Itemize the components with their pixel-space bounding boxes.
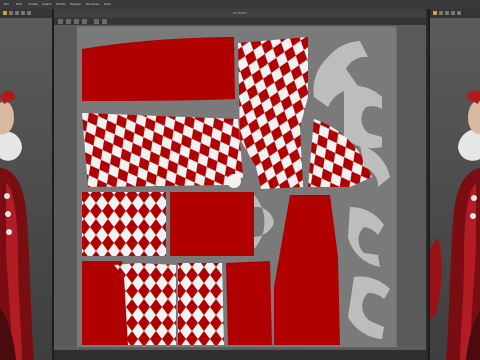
menu-windows[interactable]: Windows	[86, 0, 99, 9]
viewport-right[interactable]	[428, 9, 480, 360]
grey-arc-1b	[344, 85, 382, 149]
uv-grid-icon[interactable]	[94, 19, 99, 24]
diamond-panel-bottom-2[interactable]	[178, 263, 224, 345]
viewport-right-toolbar	[430, 9, 480, 18]
status-bar	[54, 350, 426, 360]
sleeve-top-solid[interactable]	[82, 37, 235, 101]
solid-block-center[interactable]	[170, 192, 254, 256]
grey-arc-5	[348, 276, 390, 339]
move-tool-icon[interactable]	[9, 11, 13, 15]
rotate-tool-icon[interactable]	[445, 11, 449, 15]
menu-create[interactable]: Create	[28, 0, 38, 9]
menu-help[interactable]: Help	[104, 0, 111, 9]
camera-tool-icon[interactable]	[457, 11, 461, 15]
grey-arc-3	[254, 195, 274, 249]
select-tool-icon[interactable]	[3, 11, 7, 15]
viewport-left-toolbar	[0, 9, 52, 18]
uv-shells	[82, 37, 390, 345]
uv-editor-toolbar	[54, 18, 426, 25]
camera-tool-icon[interactable]	[27, 11, 31, 15]
menu-edit[interactable]: Edit	[16, 0, 22, 9]
menu-file[interactable]: File	[4, 0, 9, 9]
solid-leg-right[interactable]	[274, 195, 340, 345]
clown-model-left	[0, 90, 34, 360]
menu-select[interactable]: Select	[42, 0, 51, 9]
move-tool-icon[interactable]	[439, 11, 443, 15]
uv-editor-title: UV Editor	[232, 11, 248, 15]
clown-model-right	[430, 90, 480, 360]
diamond-panel-tall-right[interactable]	[238, 37, 308, 189]
grey-arc-4	[348, 206, 384, 267]
u-axis-line	[54, 347, 426, 348]
uv-scale-icon[interactable]	[82, 19, 87, 24]
uv-rotate-icon[interactable]	[74, 19, 79, 24]
solid-bottom-left[interactable]	[82, 261, 128, 345]
scale-tool-icon[interactable]	[451, 11, 455, 15]
rotate-tool-icon[interactable]	[15, 11, 19, 15]
scale-tool-icon[interactable]	[21, 11, 25, 15]
menu-display[interactable]: Display	[70, 0, 81, 9]
menu-modify[interactable]: Modify	[56, 0, 66, 9]
uv-editor-titlebar: UV Editor	[54, 9, 426, 18]
select-tool-icon[interactable]	[433, 11, 437, 15]
uv-move-icon[interactable]	[66, 19, 71, 24]
uv-checker-icon[interactable]	[102, 19, 107, 24]
diamond-panel-wide-left[interactable]	[82, 113, 243, 187]
cutout-circle	[227, 174, 241, 188]
diamond-panel-small-left[interactable]	[82, 192, 166, 256]
uv-select-icon[interactable]	[58, 19, 63, 24]
viewport-left[interactable]	[0, 9, 54, 360]
solid-bottom-center[interactable]	[226, 261, 272, 345]
grey-arc-2	[360, 145, 390, 187]
